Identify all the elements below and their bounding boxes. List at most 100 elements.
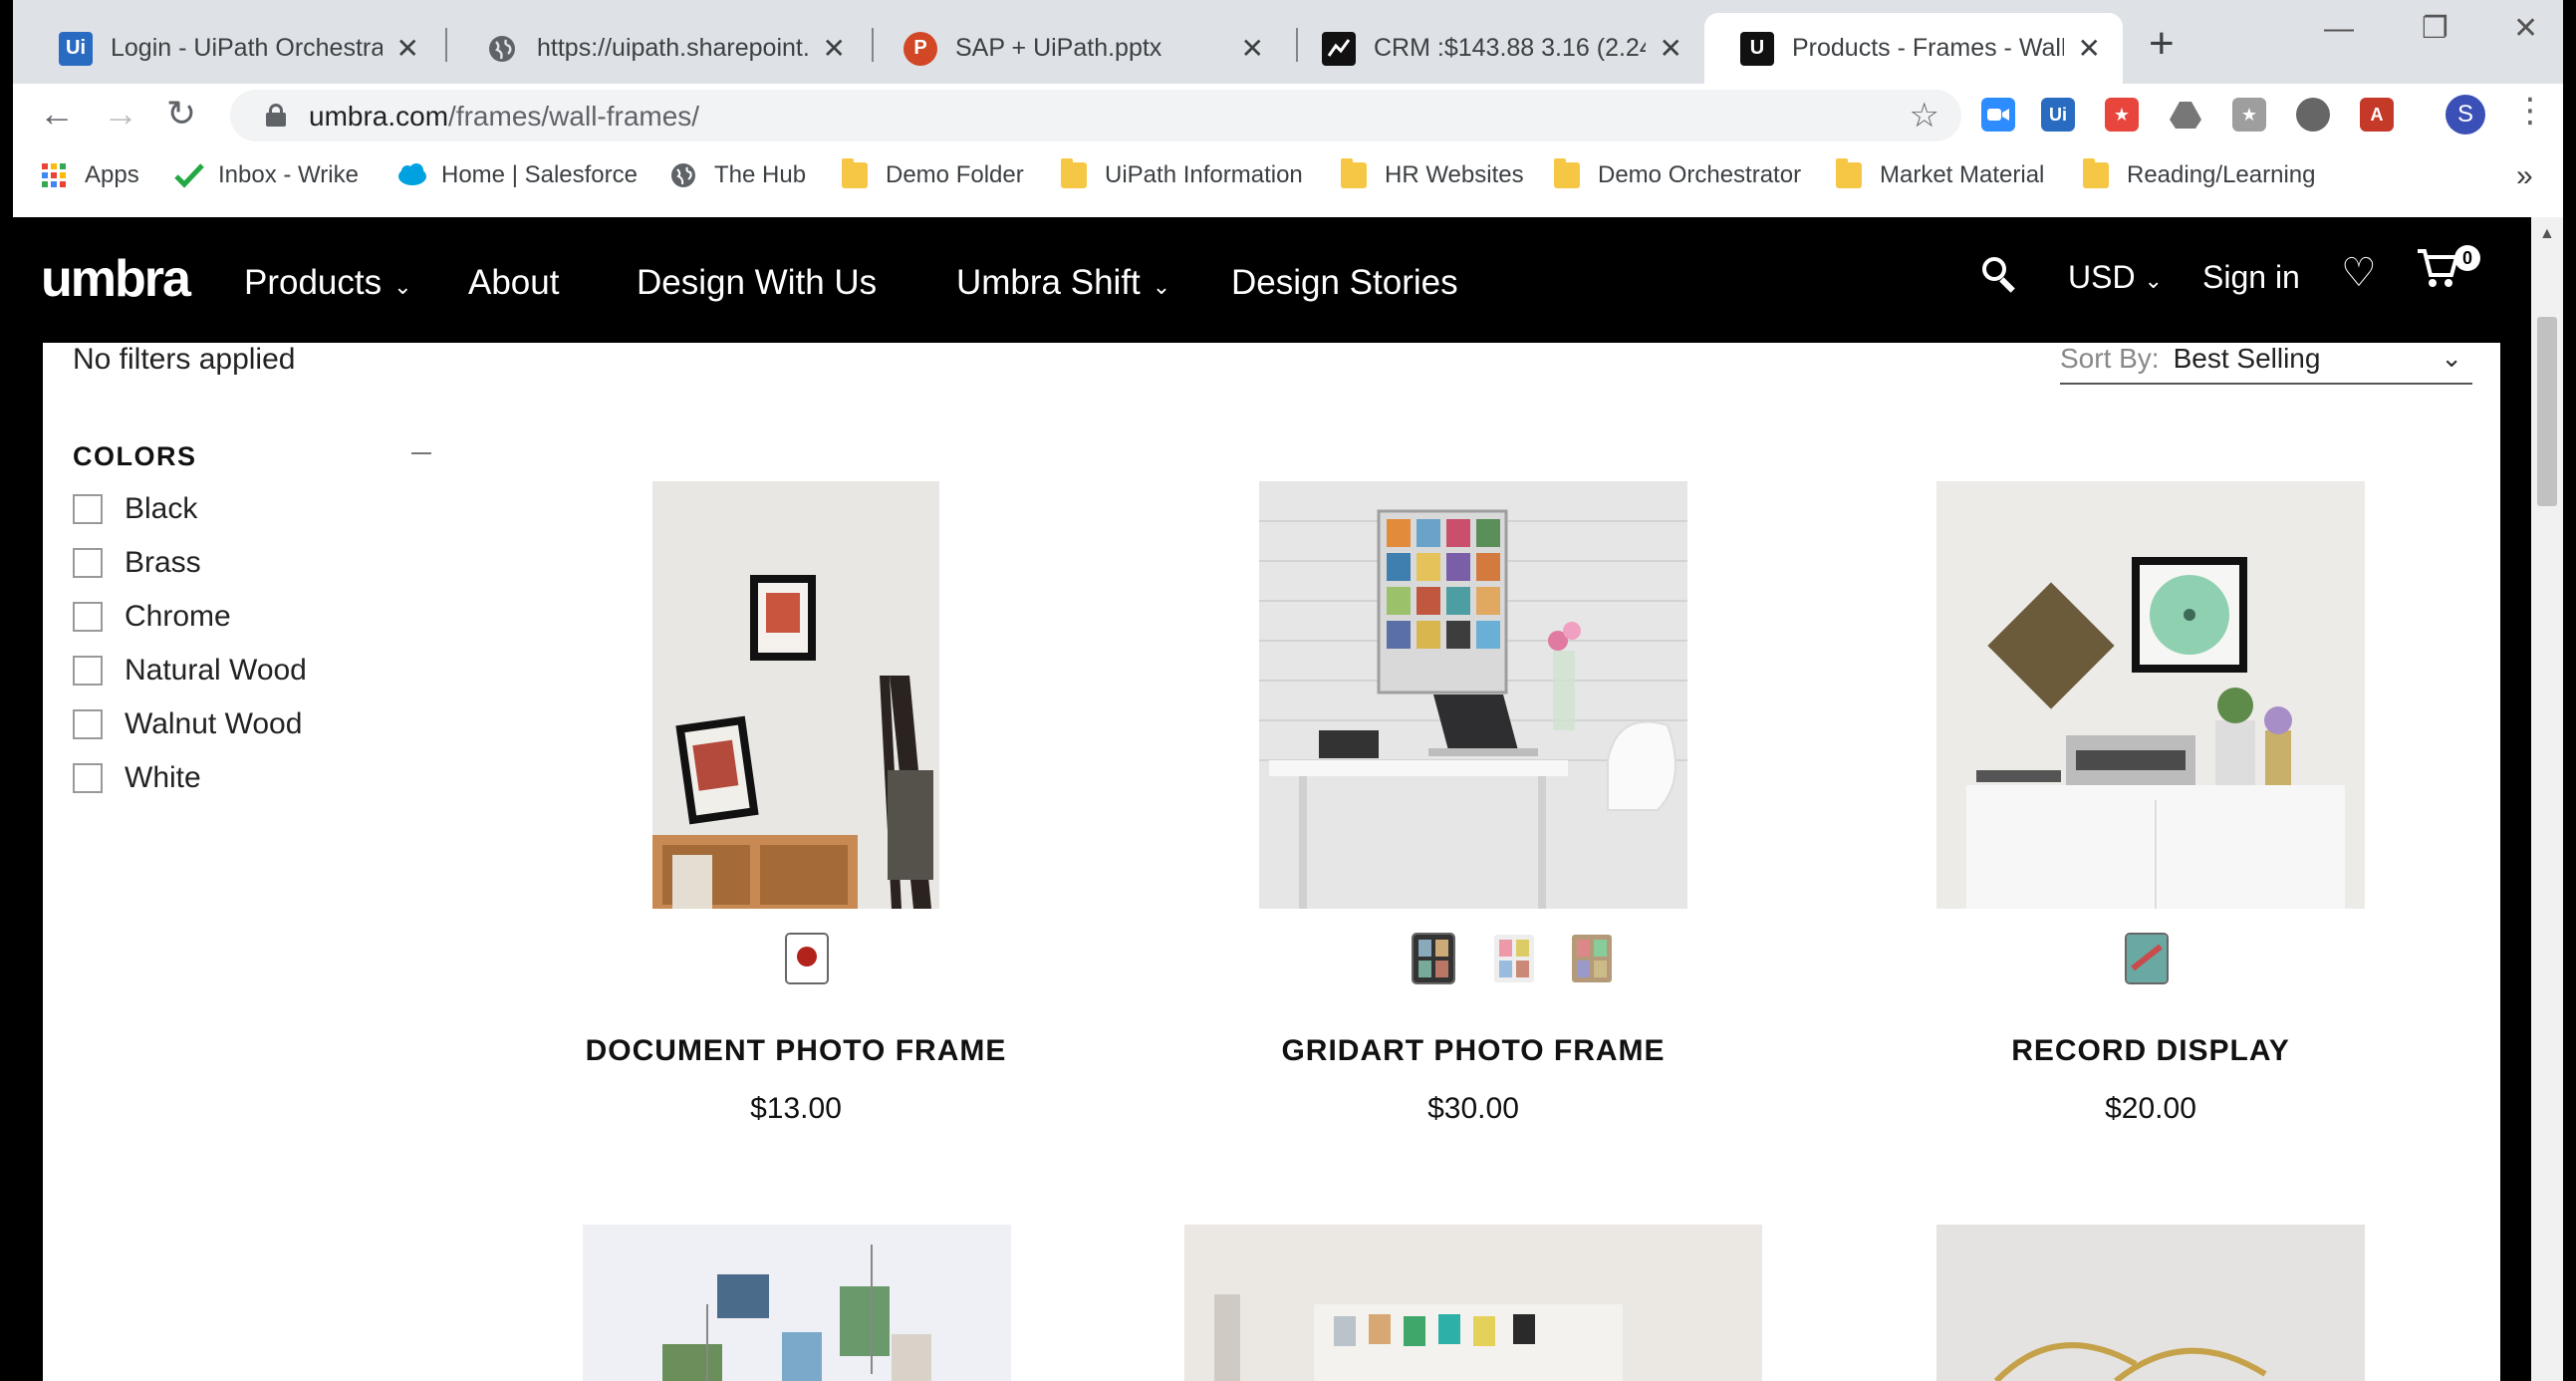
uipath-icon: Ui (59, 31, 93, 66)
product-title[interactable]: RECORD DISPLAY (2011, 1034, 2290, 1068)
close-icon[interactable]: ✕ (1241, 34, 1264, 63)
tab-sharepoint[interactable]: https://uipath.sharepoint.co ✕ (449, 13, 868, 84)
globe-icon (670, 162, 696, 188)
chevron-double-right-icon[interactable]: » (2516, 159, 2533, 193)
nav-products-label: Products (244, 263, 383, 302)
bookmark-demo-folder[interactable]: Demo Folder (842, 158, 1024, 189)
forward-icon[interactable]: → (103, 96, 138, 132)
color-filter-chrome[interactable]: Chrome (73, 600, 231, 634)
bookmark-reading-learning[interactable]: Reading/Learning (2083, 158, 2315, 189)
bookmarks-extension-icon[interactable]: ★ (2232, 98, 2266, 132)
checkbox[interactable] (73, 656, 103, 686)
product-title[interactable]: GRIDART PHOTO FRAME (1281, 1034, 1665, 1068)
window-close-icon[interactable]: ✕ (2513, 14, 2538, 44)
product-swatch-black[interactable] (1412, 933, 1455, 984)
apps-grid-icon (41, 162, 67, 188)
color-label: Brass (125, 546, 201, 579)
bookmark-wrike[interactable]: Inbox - Wrike (174, 161, 359, 189)
search-icon[interactable] (1980, 255, 2020, 295)
product-image-document-photo-frame[interactable] (652, 481, 939, 909)
wishlist-heart-icon[interactable]: ♡ (2341, 253, 2377, 293)
sign-in-link[interactable]: Sign in (2202, 259, 2300, 296)
close-icon[interactable]: ✕ (1660, 34, 1682, 63)
site-header: umbra Products ⌄ About Design With Us Umb… (13, 217, 2563, 343)
tab-crm[interactable]: CRM :$143.88 3.16 (2.24%) ✕ (1286, 13, 1704, 84)
nav-design-stories[interactable]: Design Stories (1231, 263, 1458, 303)
bookmark-apps[interactable]: Apps (41, 161, 139, 189)
back-icon[interactable]: ← (39, 96, 75, 132)
product-image-gridart-photo-frame[interactable] (1259, 481, 1687, 909)
bookmark-uipath-information[interactable]: UiPath Information (1061, 158, 1303, 189)
color-filter-walnut-wood[interactable]: Walnut Wood (73, 707, 302, 741)
product-swatch[interactable] (785, 933, 829, 984)
menu-icon[interactable]: ⋮ (2513, 94, 2547, 128)
scrollbar-thumb[interactable] (2537, 317, 2557, 506)
bookmark-star-icon[interactable]: ☆ (1910, 96, 1939, 136)
new-tab-button[interactable]: + (2149, 22, 2175, 66)
bookmark-extension-icon[interactable]: ★ (2105, 98, 2139, 132)
product-price: $20.00 (2105, 1092, 2196, 1125)
tab-strip: Ui Login - UiPath Orchestrator ✕ https:/… (13, 0, 2563, 84)
nav-about[interactable]: About (468, 263, 559, 303)
product-swatch-white[interactable] (1492, 933, 1536, 984)
address-bar[interactable]: umbra.com/frames/wall-frames/ ☆ (230, 90, 1961, 141)
minimize-icon[interactable]: — (2324, 14, 2354, 44)
nav-umbra-shift[interactable]: Umbra Shift ⌄ (956, 263, 1170, 303)
drive-extension-icon[interactable] (2169, 98, 2202, 132)
checkbox[interactable] (73, 763, 103, 793)
close-icon[interactable]: ✕ (2078, 34, 2101, 63)
sort-dropdown[interactable]: Sort By: Best Selling ⌄ (2060, 343, 2472, 385)
pdf-extension-icon[interactable]: A (2360, 98, 2394, 132)
color-filter-black[interactable]: Black (73, 492, 197, 526)
circle-extension-icon[interactable] (2296, 98, 2330, 132)
checkbox[interactable] (73, 602, 103, 632)
tab-umbra-products[interactable]: U Products - Frames - Wall Fr ✕ (1704, 13, 2123, 84)
bookmark-label: Apps (85, 161, 139, 188)
reload-icon[interactable]: ↻ (166, 96, 196, 132)
url-path: /frames/wall-frames/ (448, 101, 700, 132)
tab-uipath-login[interactable]: Ui Login - UiPath Orchestrator ✕ (23, 13, 441, 84)
nav-design-with-us[interactable]: Design With Us (637, 263, 877, 303)
avatar[interactable]: S (2446, 95, 2485, 135)
zoom-extension-icon[interactable] (1981, 98, 2015, 132)
collapse-minus-icon[interactable] (411, 452, 431, 454)
product-title[interactable]: DOCUMENT PHOTO FRAME (586, 1034, 1007, 1068)
scroll-up-icon[interactable]: ▲ (2539, 225, 2555, 243)
bookmark-the-hub[interactable]: The Hub (670, 161, 806, 189)
product-swatch-wood[interactable] (1570, 933, 1614, 984)
folder-icon (1836, 158, 1862, 188)
close-icon[interactable]: ✕ (396, 34, 419, 63)
product-image-row2-2[interactable] (1184, 1225, 1762, 1381)
product-image-row2-3[interactable] (1936, 1225, 2365, 1381)
bookmark-label: Home | Salesforce (441, 161, 638, 188)
tab-title: CRM :$143.88 3.16 (2.24%) (1374, 34, 1646, 62)
umbra-logo[interactable]: umbra (41, 249, 191, 309)
nav-products[interactable]: Products ⌄ (244, 263, 412, 303)
bookmark-market-material[interactable]: Market Material (1836, 158, 2044, 189)
product-swatch[interactable] (2125, 933, 2169, 984)
bookmark-salesforce[interactable]: Home | Salesforce (397, 161, 638, 189)
checkbox[interactable] (73, 548, 103, 578)
chevron-down-icon: ⌄ (393, 274, 412, 299)
bookmark-hr-websites[interactable]: HR Websites (1341, 158, 1524, 189)
checkbox[interactable] (73, 709, 103, 739)
color-filter-natural-wood[interactable]: Natural Wood (73, 654, 307, 688)
close-icon[interactable]: ✕ (823, 34, 846, 63)
checkbox[interactable] (73, 494, 103, 524)
uipath-extension-icon[interactable]: Ui (2041, 98, 2075, 132)
powerpoint-icon: P (903, 31, 937, 66)
bookmark-label: Demo Folder (886, 161, 1024, 188)
color-filter-white[interactable]: White (73, 761, 201, 795)
tab-sap-pptx[interactable]: P SAP + UiPath.pptx ✕ (868, 13, 1286, 84)
chevron-down-icon: ⌄ (2441, 343, 2462, 373)
bookmark-demo-orchestrator[interactable]: Demo Orchestrator (1554, 158, 1801, 189)
product-image-record-display[interactable] (1936, 481, 2365, 909)
scrollbar[interactable]: ▲ (2531, 217, 2563, 1381)
product-image-row2-1[interactable] (583, 1225, 1011, 1381)
restore-icon[interactable]: ❐ (2422, 14, 2448, 44)
currency-selector[interactable]: USD ⌄ (2068, 259, 2163, 296)
url-text[interactable]: umbra.com/frames/wall-frames/ (309, 101, 699, 133)
tab-title: SAP + UiPath.pptx (955, 34, 1162, 62)
color-filter-brass[interactable]: Brass (73, 546, 201, 580)
cart-icon[interactable] (2416, 247, 2459, 297)
